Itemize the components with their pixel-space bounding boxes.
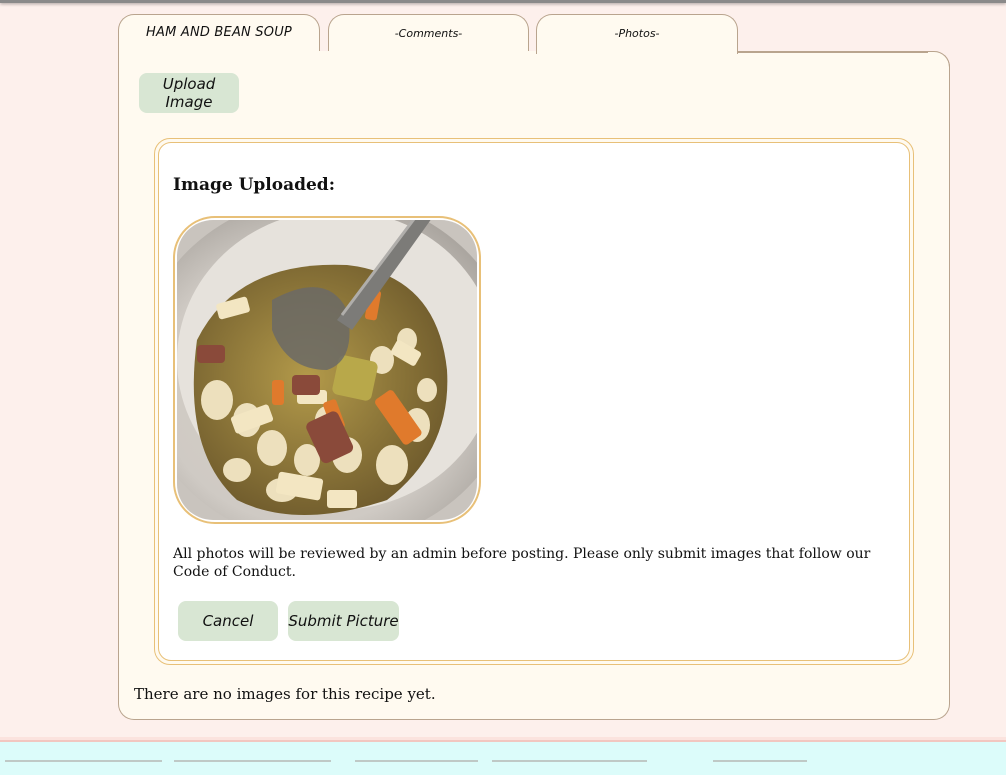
uploaded-photo: [177, 220, 477, 520]
tab-comments[interactable]: -Comments-: [328, 14, 529, 52]
tab-recipe-label: HAM AND BEAN SOUP: [146, 25, 292, 40]
cancel-button[interactable]: Cancel: [178, 601, 278, 641]
panel-top-border: [738, 51, 928, 53]
footer-segment: [5, 760, 162, 762]
footer-segment: [174, 760, 331, 762]
upload-image-button[interactable]: Upload Image: [139, 73, 239, 113]
tab-photos[interactable]: -Photos-: [536, 14, 738, 54]
submit-picture-button[interactable]: Submit Picture: [288, 601, 399, 641]
tab-recipe[interactable]: HAM AND BEAN SOUP: [118, 14, 320, 52]
footer-segment: [492, 760, 647, 762]
window-top-edge: [0, 0, 1006, 3]
no-images-message: There are no images for this recipe yet.: [134, 685, 436, 703]
footer-segment: [713, 760, 807, 762]
review-notice: All photos will be reviewed by an admin …: [173, 546, 871, 580]
tab-comments-label: -Comments-: [394, 27, 463, 40]
footer-bar: [0, 740, 1006, 775]
panel-corner: [918, 51, 950, 71]
footer-segment: [355, 760, 478, 762]
tab-photos-label: -Photos-: [614, 27, 660, 40]
image-uploaded-heading: Image Uploaded:: [173, 175, 335, 195]
